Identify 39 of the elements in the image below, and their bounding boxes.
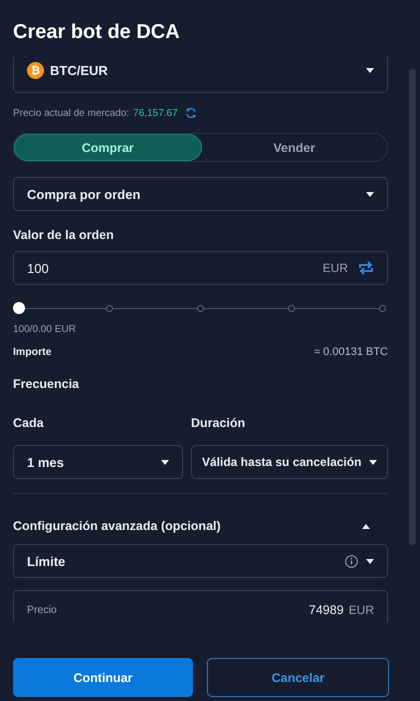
info-icon[interactable] — [345, 554, 358, 568]
caret-icon — [366, 558, 374, 564]
order-value-label: Valor de la orden — [13, 228, 115, 242]
swap-icon[interactable] — [358, 261, 374, 275]
price-field[interactable]: Precio 74989 EUR — [13, 590, 388, 622]
slider-step-mark[interactable] — [288, 305, 295, 312]
frequency-label: Frecuencia — [13, 377, 80, 391]
side-tab[interactable]: Comprar — [14, 134, 202, 161]
duration-label: Duración — [191, 416, 246, 430]
limit-select[interactable]: Límite — [13, 544, 388, 578]
market-price-label: Precio actual de mercado: — [13, 108, 130, 118]
importe-value: ≈ 0.00131 BTC — [314, 346, 388, 358]
caret-icon — [366, 192, 374, 196]
continue-button[interactable]: Continuar — [13, 658, 193, 697]
caret-icon — [369, 460, 377, 464]
slider-step-mark[interactable] — [106, 305, 114, 312]
scrollbar-thumb[interactable] — [409, 69, 416, 545]
duration-select[interactable]: Válida hasta su cancelación — [191, 445, 388, 479]
market-price-value: 76,157.67 — [133, 108, 178, 118]
advanced-toggle[interactable]: Configuración avanzada (opcional) — [13, 519, 388, 533]
bitcoin-icon: ₿ — [27, 62, 44, 79]
order-type-select[interactable]: Compra por orden — [13, 177, 388, 211]
slider-step-mark[interactable] — [378, 305, 386, 312]
cancel-button[interactable]: Cancelar — [207, 658, 389, 697]
window-title: Crear bot de DCA — [13, 21, 180, 44]
importe-label: Importe — [13, 346, 52, 358]
caret-icon — [366, 68, 374, 73]
slider-reading: 100/0.00 EUR — [13, 324, 77, 335]
side-tab[interactable]: Vender — [202, 134, 387, 161]
order-value-field[interactable]: 100 EUR — [13, 251, 388, 285]
pair-select[interactable]: ₿ BTC/EUR — [13, 57, 388, 93]
refresh-icon[interactable] — [184, 107, 197, 119]
unit-label: EUR — [322, 261, 348, 275]
caret-icon — [161, 460, 169, 464]
every-label: Cada — [13, 416, 45, 430]
slider-step-mark[interactable] — [197, 305, 204, 312]
every-select[interactable]: 1 mes — [13, 445, 183, 479]
slider-thumb[interactable] — [13, 302, 25, 314]
amount-slider[interactable] — [13, 302, 388, 314]
